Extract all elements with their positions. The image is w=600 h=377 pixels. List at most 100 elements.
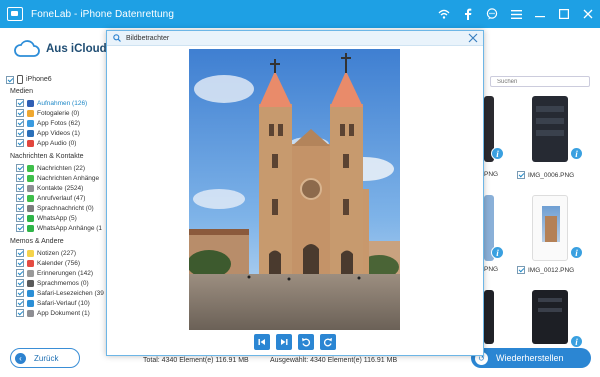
sidebar-item-label: Nachrichten Anhänge — [37, 174, 100, 182]
sidebar-item[interactable]: Sprachnachricht (0) — [6, 203, 110, 213]
notes-icon — [27, 249, 34, 257]
file-item[interactable]: IMG_0012.PNG — [517, 266, 574, 274]
arrow-left-icon: ‹ — [15, 352, 26, 364]
contacts-icon — [27, 184, 34, 192]
sidebar-item[interactable]: Aufnahmen (126) — [6, 98, 110, 108]
chat-icon[interactable] — [486, 8, 498, 20]
sidebar-item-checkbox[interactable] — [16, 214, 24, 222]
sidebar-item[interactable]: Erinnerungen (142) — [6, 268, 110, 278]
thumbnail[interactable] — [532, 195, 568, 261]
back-button[interactable]: ‹ Zurück — [10, 348, 80, 368]
sidebar-item[interactable]: Fotogalerie (0) — [6, 108, 110, 118]
file-item[interactable]: PNG — [484, 171, 498, 178]
file-checkbox[interactable] — [517, 266, 525, 274]
messages-icon — [27, 164, 34, 172]
sidebar-item-label: Kalender (756) — [37, 259, 80, 267]
sidebar-item-checkbox[interactable] — [16, 109, 24, 117]
sidebar-item-label: Anrufverlauf (47) — [37, 194, 86, 202]
device-checkbox[interactable] — [6, 75, 14, 84]
sidebar-item[interactable]: Sprachmemos (0) — [6, 278, 110, 288]
sidebar-item-checkbox[interactable] — [16, 184, 24, 192]
sidebar-item[interactable]: Nachrichten Anhänge — [6, 173, 110, 183]
sidebar-item-label: Safari-Lesezeichen (39 — [37, 289, 104, 297]
sidebar-item[interactable]: Safari-Verlauf (10) — [6, 298, 110, 308]
calendar-icon — [27, 259, 34, 267]
sidebar-item-label: Sprachnachricht (0) — [37, 204, 94, 212]
sidebar-item-label: Erinnerungen (142) — [37, 269, 94, 277]
sidebar-item[interactable]: Kontakte (2524) — [6, 183, 110, 193]
app-document-icon — [27, 309, 34, 317]
sidebar-item[interactable]: App Audio (0) — [6, 138, 110, 148]
info-icon[interactable]: i — [570, 246, 583, 259]
title-bar: FoneLab - iPhone Datenrettung — [0, 0, 600, 28]
first-icon[interactable] — [254, 334, 270, 350]
preview-image — [189, 49, 400, 330]
thumbnail[interactable] — [532, 96, 568, 162]
viewer-close-icon[interactable] — [468, 33, 478, 43]
info-icon[interactable]: i — [570, 147, 583, 160]
sidebar-item-checkbox[interactable] — [16, 119, 24, 127]
info-icon[interactable]: i — [491, 246, 504, 259]
sidebar-item[interactable]: App Fotos (62) — [6, 118, 110, 128]
info-icon[interactable]: i — [570, 335, 583, 348]
photo-library-icon — [27, 109, 34, 117]
rotate-left-icon[interactable] — [298, 334, 314, 350]
last-icon[interactable] — [276, 334, 292, 350]
sidebar-item-checkbox[interactable] — [16, 279, 24, 287]
sidebar-item-label: Kontakte (2524) — [37, 184, 84, 192]
app-logo-icon — [7, 7, 23, 21]
sidebar-item-checkbox[interactable] — [16, 204, 24, 212]
sidebar-item-label: App Audio (0) — [37, 139, 77, 147]
sidebar-group-title: Nachrichten & Kontakte — [10, 153, 84, 160]
rotate-right-icon[interactable] — [320, 334, 336, 350]
file-name: IMG_0012.PNG — [528, 266, 575, 274]
magnifier-icon — [113, 34, 121, 42]
file-item[interactable]: PNG — [484, 266, 498, 273]
sidebar-item-label: App Dokument (1) — [37, 309, 90, 317]
voicemail-icon — [27, 204, 34, 212]
sidebar-item-checkbox[interactable] — [16, 299, 24, 307]
device-label: iPhone6 — [26, 76, 52, 83]
file-checkbox[interactable] — [517, 171, 525, 179]
attachments-icon — [27, 174, 34, 182]
file-item[interactable]: IMG_0006.PNG — [517, 171, 574, 179]
sidebar-item-checkbox[interactable] — [16, 289, 24, 297]
thumbnail[interactable] — [484, 290, 494, 344]
app-audio-icon — [27, 139, 34, 147]
sidebar-item[interactable]: WhatsApp (5) — [6, 213, 110, 223]
sidebar-item[interactable]: Safari-Lesezeichen (39 — [6, 288, 110, 298]
sidebar-item-label: Fotogalerie (0) — [37, 109, 80, 117]
thumbnail[interactable] — [532, 290, 568, 344]
restore-icon[interactable] — [558, 8, 570, 20]
sidebar-item-checkbox[interactable] — [16, 139, 24, 147]
sidebar-item-checkbox[interactable] — [16, 174, 24, 182]
app-title: FoneLab - iPhone Datenrettung — [31, 8, 174, 20]
sidebar-item-checkbox[interactable] — [16, 129, 24, 137]
minimize-icon[interactable] — [534, 8, 546, 20]
device-row[interactable]: iPhone6 — [6, 75, 52, 84]
sidebar-item[interactable]: Nachrichten (22) — [6, 163, 110, 173]
menu-icon[interactable] — [510, 8, 522, 20]
sidebar-item-label: Safari-Verlauf (10) — [37, 299, 90, 307]
sidebar-item-checkbox[interactable] — [16, 164, 24, 172]
search-input[interactable] — [490, 76, 590, 87]
wifi-icon[interactable] — [438, 8, 450, 20]
sidebar-item-checkbox[interactable] — [16, 259, 24, 267]
sidebar-item[interactable]: Notizen (227) — [6, 248, 110, 258]
info-icon[interactable]: i — [491, 147, 504, 160]
sidebar-item[interactable]: WhatsApp Anhänge (1 — [6, 223, 110, 233]
sidebar-item[interactable]: App Videos (1) — [6, 128, 110, 138]
sidebar-item-checkbox[interactable] — [16, 249, 24, 257]
sidebar-item[interactable]: Anrufverlauf (47) — [6, 193, 110, 203]
sidebar-item[interactable]: Kalender (756) — [6, 258, 110, 268]
facebook-icon[interactable] — [462, 8, 474, 20]
sidebar-item-checkbox[interactable] — [16, 309, 24, 317]
sidebar-item-checkbox[interactable] — [16, 269, 24, 277]
recover-button[interactable]: ↺ Wiederherstellen — [471, 348, 591, 368]
sidebar-item-checkbox[interactable] — [16, 224, 24, 232]
back-button-label: Zurück — [34, 353, 59, 363]
close-icon[interactable] — [582, 8, 594, 20]
sidebar-item-checkbox[interactable] — [16, 194, 24, 202]
sidebar-item-checkbox[interactable] — [16, 99, 24, 107]
sidebar-item[interactable]: App Dokument (1) — [6, 308, 110, 318]
